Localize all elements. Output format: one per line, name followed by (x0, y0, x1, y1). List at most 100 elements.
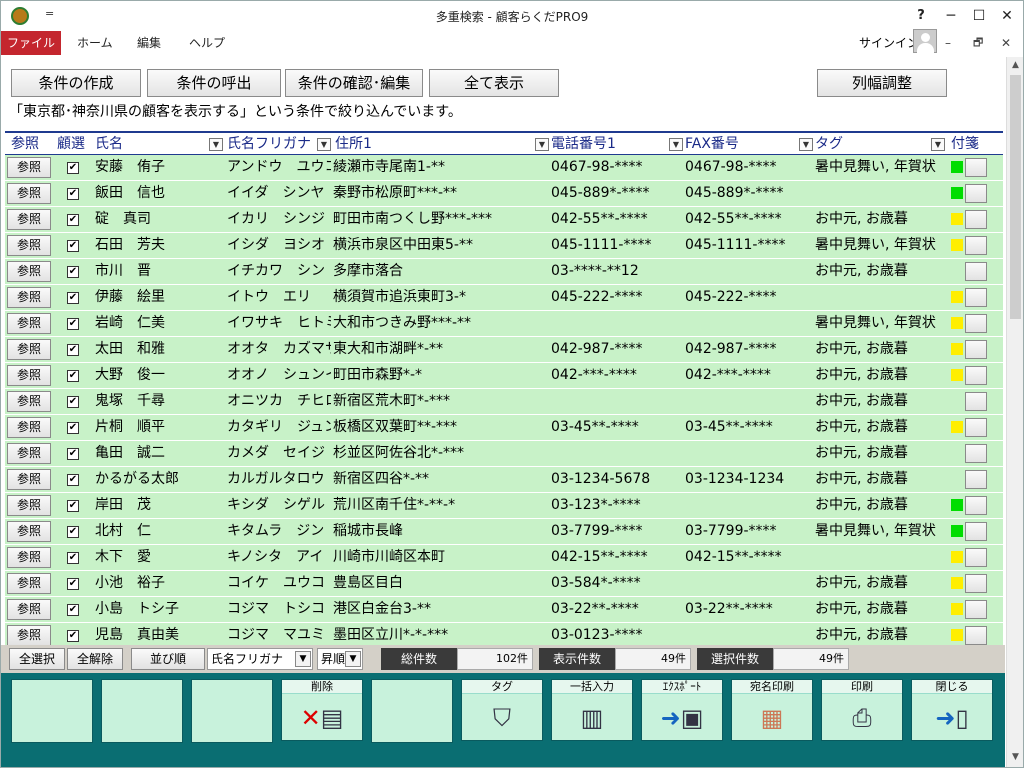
create-condition-button[interactable]: 条件の作成 (11, 69, 141, 97)
ref-button[interactable]: 参照 (7, 469, 51, 490)
bulk-input-button[interactable]: 一括入力 ▥ (551, 679, 633, 741)
column-width-button[interactable]: 列幅調整 (817, 69, 947, 97)
table-row[interactable]: 参照 ✔ 北村 仁 キタムラ ジン 稲城市長峰 03-7799-**** 03-7799-*… (5, 519, 1003, 545)
select-checkbox[interactable]: ✔ (67, 500, 79, 512)
table-row[interactable]: 参照 ✔ 岸田 茂 キシダ シゲル 荒川区南千住*-**-* 03-123*-**** お中… (5, 493, 1003, 519)
sort-field-select[interactable]: 氏名フリガナ ▼ (207, 648, 313, 670)
scroll-thumb[interactable] (1010, 75, 1021, 319)
signin-link[interactable]: サインイン (859, 31, 919, 55)
select-checkbox[interactable]: ✔ (67, 396, 79, 408)
table-row[interactable]: 参照 ✔ 伊藤 絵里 イトウ エリ 横須賀市追浜東町3-* 045-222-**** 045… (5, 285, 1003, 311)
avatar-icon[interactable] (913, 29, 937, 53)
col-name[interactable]: 氏名 (95, 133, 123, 155)
table-row[interactable]: 参照 ✔ 安藤 侑子 アンドウ ユウコ 綾瀬市寺尾南1-** 0467-98-**** 04… (5, 155, 1003, 181)
kana-filter-dropdown[interactable]: ▼ (317, 138, 331, 151)
chevron-down-icon[interactable]: ▼ (345, 651, 361, 667)
chevron-down-icon[interactable]: ▼ (295, 651, 311, 667)
sticky-button[interactable] (965, 470, 987, 489)
select-all-button[interactable]: 全選択 (9, 648, 65, 670)
address-filter-dropdown[interactable]: ▼ (535, 138, 549, 151)
export-button[interactable]: ｴｸｽﾎﾟｰﾄ ➜▣ (641, 679, 723, 741)
sticky-button[interactable] (965, 522, 987, 541)
select-checkbox[interactable]: ✔ (67, 578, 79, 590)
select-checkbox[interactable]: ✔ (67, 162, 79, 174)
ref-button[interactable]: 参照 (7, 495, 51, 516)
sticky-button[interactable] (965, 548, 987, 567)
table-row[interactable]: 参照 ✔ 太田 和雅 オオタ カズマサ 東大和市湖畔*-** 042-987-**** 04… (5, 337, 1003, 363)
sticky-button[interactable] (965, 496, 987, 515)
table-row[interactable]: 参照 ✔ 小池 裕子 コイケ ユウコ 豊島区目白 03-584*-**** お中元, お歳暮 (5, 571, 1003, 597)
tel-filter-dropdown[interactable]: ▼ (669, 138, 683, 151)
col-select[interactable]: 顧選 (57, 133, 85, 155)
select-checkbox[interactable]: ✔ (67, 188, 79, 200)
select-checkbox[interactable]: ✔ (67, 266, 79, 278)
show-all-button[interactable]: 全て表示 (429, 69, 559, 97)
table-row[interactable]: 参照 ✔ 岩崎 仁美 イワサキ ヒトミ 大和市つきみ野***-** 暑中見舞い, 年賀状 (5, 311, 1003, 337)
sticky-button[interactable] (965, 600, 987, 619)
table-row[interactable]: 参照 ✔ 市川 晋 イチカワ シン 多摩市落合 03-****-**12 お中元, お歳暮 (5, 259, 1003, 285)
menu-edit[interactable]: 編集 (127, 31, 171, 55)
table-row[interactable]: 参照 ✔ 木下 愛 キノシタ アイ 川崎市川崎区本町 042-15**-**** 042-1… (5, 545, 1003, 571)
ref-button[interactable]: 参照 (7, 157, 51, 178)
select-checkbox[interactable]: ✔ (67, 526, 79, 538)
table-row[interactable]: 参照 ✔ 飯田 信也 イイダ シンヤ 秦野市松原町***-** 045-889*-****… (5, 181, 1003, 207)
ref-button[interactable]: 参照 (7, 599, 51, 620)
maximize-button[interactable]: ☐ (965, 4, 993, 28)
ref-button[interactable]: 参照 (7, 261, 51, 282)
sticky-button[interactable] (965, 314, 987, 333)
tag-filter-dropdown[interactable]: ▼ (931, 138, 945, 151)
col-kana[interactable]: 氏名フリガナ (227, 133, 311, 155)
select-checkbox[interactable]: ✔ (67, 448, 79, 460)
tag-button[interactable]: タグ ⛉ (461, 679, 543, 741)
select-checkbox[interactable]: ✔ (67, 214, 79, 226)
sticky-button[interactable] (965, 418, 987, 437)
table-row[interactable]: 参照 ✔ 片桐 順平 カタギリ ジュンペイ板橋区双葉町**-*** 03-45**-**… (5, 415, 1003, 441)
sticky-button[interactable] (965, 444, 987, 463)
table-row[interactable]: 参照 ✔ 小島 トシ子 コジマ トシコ 港区白金台3-** 03-22**-**** 03-… (5, 597, 1003, 623)
print-button[interactable]: 印刷 ⎙ (821, 679, 903, 741)
table-row[interactable]: 参照 ✔ 大野 俊一 オオノ シュンイチ町田市森野*-* 042-***-**** 042… (5, 363, 1003, 389)
ref-button[interactable]: 参照 (7, 287, 51, 308)
close-window-button[interactable]: 閉じる ➜▯ (911, 679, 993, 741)
scroll-up-arrow[interactable]: ▲ (1007, 57, 1024, 73)
table-row[interactable]: 参照 ✔ 碇 真司 イカリ シンジ 町田市南つくし野***-*** 042-55**-**… (5, 207, 1003, 233)
ref-button[interactable]: 参照 (7, 183, 51, 204)
select-checkbox[interactable]: ✔ (67, 474, 79, 486)
sticky-button[interactable] (965, 262, 987, 281)
ref-button[interactable]: 参照 (7, 339, 51, 360)
table-row[interactable]: 参照 ✔ かるがる太郎 カルガルタロウ 新宿区四谷*-** 03-1234-5678 03-… (5, 467, 1003, 493)
table-row[interactable]: 参照 ✔ 亀田 誠二 カメダ セイジ 杉並区阿佐谷北*-*** お中元, お歳暮 (5, 441, 1003, 467)
sticky-button[interactable] (965, 288, 987, 307)
sticky-button[interactable] (965, 158, 987, 177)
col-tag[interactable]: タグ (815, 133, 843, 155)
delete-button[interactable]: 削除 ✕▤ (281, 679, 363, 741)
select-checkbox[interactable]: ✔ (67, 422, 79, 434)
col-tel[interactable]: 電話番号1 (551, 133, 616, 155)
ref-button[interactable]: 参照 (7, 521, 51, 542)
menu-help[interactable]: ヘルプ (179, 31, 235, 55)
ref-button[interactable]: 参照 (7, 443, 51, 464)
select-checkbox[interactable]: ✔ (67, 630, 79, 642)
scroll-down-arrow[interactable]: ▼ (1007, 749, 1024, 765)
ref-button[interactable]: 参照 (7, 313, 51, 334)
sticky-button[interactable] (965, 366, 987, 385)
ref-button[interactable]: 参照 (7, 209, 51, 230)
vertical-scrollbar[interactable]: ▲ ▼ (1006, 57, 1023, 767)
select-checkbox[interactable]: ✔ (67, 344, 79, 356)
col-fax[interactable]: FAX番号 (685, 133, 739, 155)
ref-button[interactable]: 参照 (7, 625, 51, 645)
help-button[interactable]: ? (907, 4, 935, 28)
select-checkbox[interactable]: ✔ (67, 292, 79, 304)
ref-button[interactable]: 参照 (7, 365, 51, 386)
col-sticky[interactable]: 付箋 (951, 133, 979, 155)
ref-button[interactable]: 参照 (7, 391, 51, 412)
ribbon-minimize[interactable]: – (945, 31, 951, 55)
ref-button[interactable]: 参照 (7, 235, 51, 256)
menu-home[interactable]: ホーム (67, 31, 123, 55)
close-button[interactable]: ✕ (993, 4, 1021, 28)
recall-condition-button[interactable]: 条件の呼出 (147, 69, 281, 97)
table-row[interactable]: 参照 ✔ 鬼塚 千尋 オニツカ チヒロ 新宿区荒木町*-*** お中元, お歳暮 (5, 389, 1003, 415)
deselect-all-button[interactable]: 全解除 (67, 648, 123, 670)
ribbon-restore[interactable]: 🗗 (973, 31, 983, 55)
select-checkbox[interactable]: ✔ (67, 240, 79, 252)
